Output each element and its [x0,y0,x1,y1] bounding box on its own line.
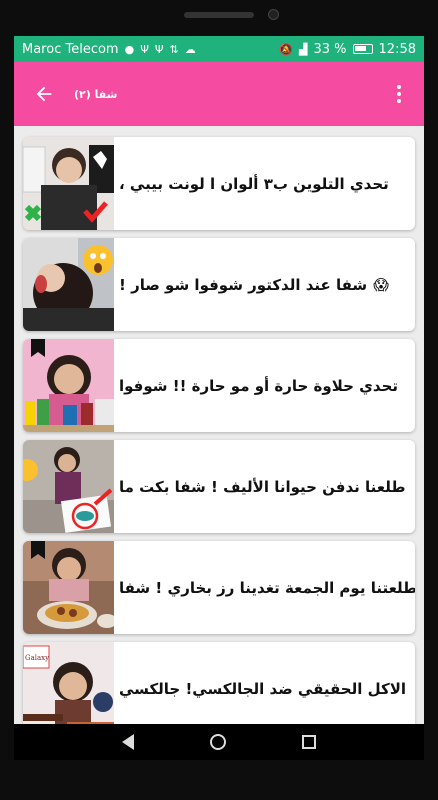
video-thumbnail [23,137,114,230]
video-thumbnail [23,339,114,432]
video-card[interactable]: طلعنا ندفن حيوانا الأليف ! شفا بكت ما [23,440,415,533]
more-options-button[interactable] [374,62,424,126]
nav-home-icon[interactable] [210,734,226,750]
nav-back-icon[interactable] [122,734,134,750]
arrow-left-icon [36,86,52,102]
more-vert-icon [397,85,401,103]
app-bar: شفا (٢) [14,62,424,126]
video-list[interactable]: تحدي التلوين ب٣ ألوان ا لونت بيبي ، 😱 شف… [14,126,424,724]
nav-recent-apps-icon[interactable] [302,735,316,749]
video-title: تحدي حلاوة حارة أو مو حارة !! شوفوا [119,376,399,395]
galaxy-logo: Galaxy [25,654,49,662]
video-title: 😱 شفا عند الدكتور شوفوا شو صار ! [119,275,389,294]
video-thumbnail: Galaxy [23,642,114,724]
status-bar: Maroc Telecom ● Ψ Ψ ⇅ ☁ 🔕 ▟ 33 % 12:58 [14,36,424,62]
video-title: الاكل الحقيقي ضد الجالكسي! جالكسي [119,679,407,698]
video-card[interactable]: Galaxy الاكل الحقيقي ضد الجالكسي! جالكسي [23,642,415,724]
video-thumbnail [23,541,114,634]
video-title: طلعتنا يوم الجمعة تغدينا رز بخاري ! شفا [119,578,415,597]
sync-icon: ⇅ [169,42,179,56]
back-button[interactable] [14,62,74,126]
video-title: طلعنا ندفن حيوانا الأليف ! شفا بكت ما [119,477,406,496]
phone-right-bezel [424,36,438,760]
phone-bottom-bezel [0,760,438,800]
mute-icon: 🔕 [279,42,294,56]
clock: 12:58 [378,41,416,57]
phone-top-bezel [0,0,438,36]
video-card[interactable]: تحدي حلاوة حارة أو مو حارة !! شوفوا [23,339,415,432]
usb-debug-icon: Ψ [154,42,164,56]
chat-notification-icon: ● [124,42,135,56]
video-card[interactable]: تحدي التلوين ب٣ ألوان ا لونت بيبي ، [23,137,415,230]
shocked-emoji: 😱 [373,275,389,294]
usb-icon: Ψ [140,42,149,56]
video-thumbnail [23,440,114,533]
battery-percent: 33 % [313,41,347,57]
front-camera [268,9,279,20]
battery-icon [352,44,373,54]
speaker-grille [184,12,254,18]
system-nav-bar [14,724,424,760]
video-thumbnail [23,238,114,331]
page-title: شفا (٢) [74,87,118,101]
cloud-icon: ☁ [184,42,196,56]
carrier-name: Maroc Telecom [22,41,119,57]
phone-left-bezel [0,36,14,760]
video-card[interactable]: طلعتنا يوم الجمعة تغدينا رز بخاري ! شفا [23,541,415,634]
video-title: تحدي التلوين ب٣ ألوان ا لونت بيبي ، [119,174,389,193]
signal-icon: ▟ [299,42,308,56]
video-card[interactable]: 😱 شفا عند الدكتور شوفوا شو صار ! [23,238,415,331]
